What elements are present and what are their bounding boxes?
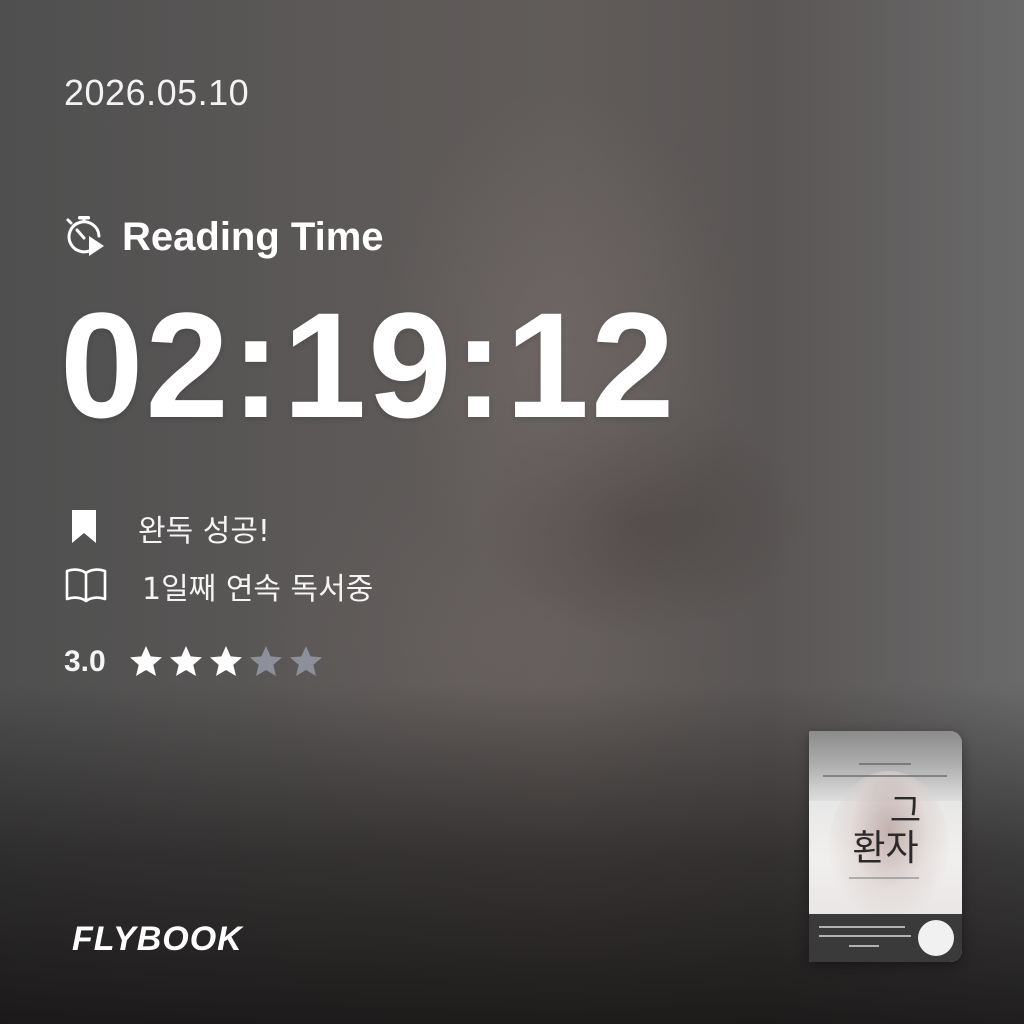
- star-empty-icon: [248, 644, 284, 680]
- stopwatch-play-icon: [62, 214, 108, 260]
- star-filled-icon: [168, 644, 204, 680]
- book-cover: 그 환자: [809, 731, 962, 962]
- bookmark-icon: [64, 506, 104, 550]
- reading-share-card: 2026.05.10 Reading Time 02:19:12 완독 성공!: [0, 0, 1024, 1024]
- reading-streak: 1일째 연속 독서중: [64, 564, 373, 608]
- reading-time-value: 02:19:12: [60, 281, 677, 449]
- rating-value: 3.0: [64, 645, 106, 678]
- star-filled-icon: [208, 644, 244, 680]
- open-book-icon: [64, 564, 108, 608]
- completion-status: 완독 성공!: [64, 506, 270, 550]
- cover-tagline: [823, 775, 947, 777]
- cover-quote-line: [849, 945, 879, 947]
- star-filled-icon: [128, 644, 164, 680]
- brand-logo: FLYBOOK: [72, 920, 243, 958]
- streak-text: 1일째 연속 독서중: [142, 572, 374, 607]
- book-title-main: 환자: [852, 828, 919, 869]
- rating: 3.0: [64, 644, 324, 680]
- cover-band: [809, 914, 962, 962]
- reading-time-header: Reading Time: [62, 214, 384, 260]
- cover-quote-line: [819, 926, 905, 928]
- cover-seal: [918, 920, 954, 956]
- completion-text: 완독 성공!: [138, 514, 270, 549]
- cover-small-text: [859, 763, 911, 765]
- star-empty-icon: [288, 644, 324, 680]
- cover-quote-line: [819, 935, 911, 937]
- rating-stars: [128, 644, 324, 680]
- reading-date: 2026.05.10: [64, 72, 250, 113]
- cover-author-line: [849, 877, 919, 879]
- reading-time-label: Reading Time: [122, 214, 384, 259]
